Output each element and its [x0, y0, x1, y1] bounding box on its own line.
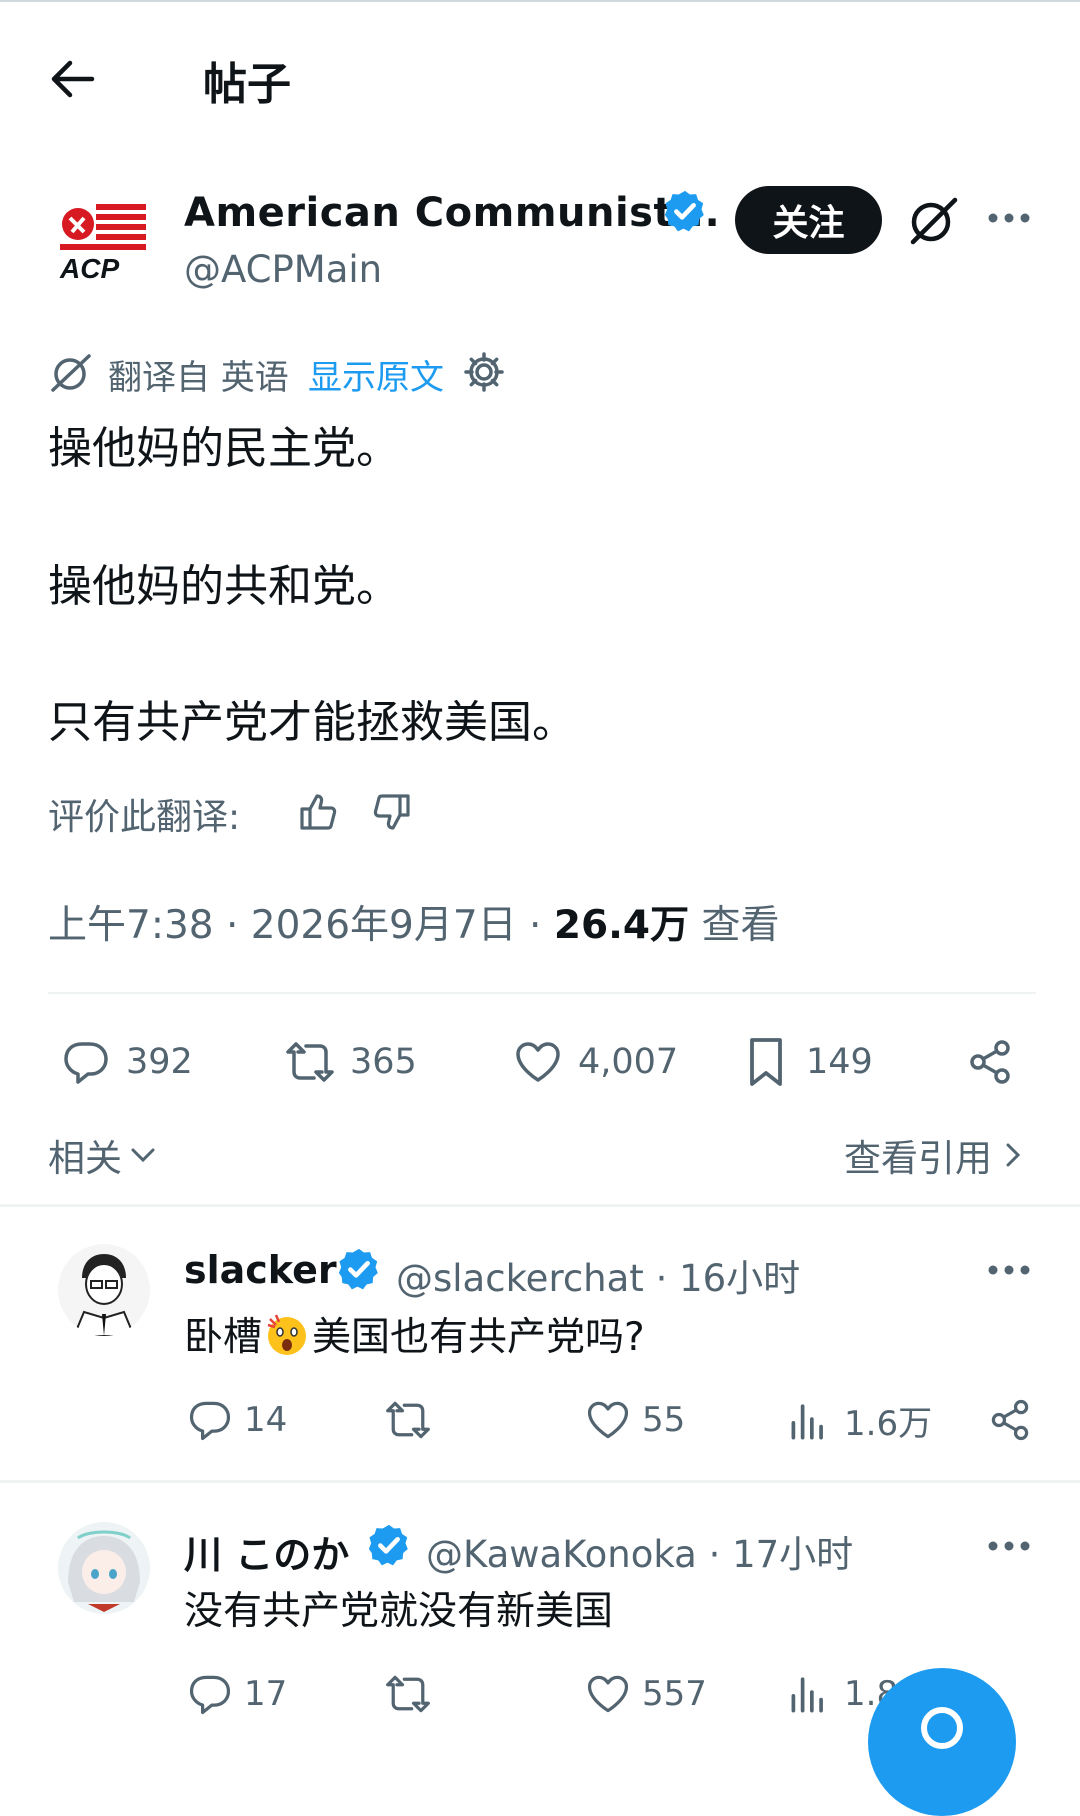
repost-button[interactable]: [384, 1396, 432, 1444]
repost-icon: [286, 1042, 334, 1082]
views-count: 1.6万: [844, 1404, 933, 1444]
translate-grok-icon: [48, 350, 94, 394]
author-handle[interactable]: @ACPMain: [184, 248, 382, 291]
reply-count: 17: [244, 1674, 288, 1714]
share-button[interactable]: [986, 1396, 1034, 1444]
view-quotes-link[interactable]: 查看引用: [844, 1128, 1026, 1182]
grok-icon[interactable]: [905, 192, 961, 248]
like-count: 557: [642, 1674, 707, 1714]
reply-text: 卧槽 美国也有共产党吗?: [184, 1306, 645, 1362]
reply-author-name[interactable]: 川 このか: [184, 1524, 349, 1579]
reply-button[interactable]: 14: [186, 1396, 287, 1444]
astonished-emoji-icon: [264, 1311, 310, 1357]
follow-button[interactable]: 关注: [735, 186, 882, 254]
reply-count: 14: [244, 1400, 288, 1440]
divider: [48, 992, 1036, 994]
avatar[interactable]: [58, 1244, 150, 1336]
gear-icon[interactable]: [462, 350, 506, 394]
verified-badge-icon: [662, 188, 708, 234]
more-options-icon[interactable]: [984, 198, 1034, 238]
translation-label: 翻译自 英语: [108, 358, 289, 398]
like-count: 4,007: [578, 1042, 679, 1082]
repost-count: 365: [350, 1042, 417, 1082]
post-text-line-3: 只有共产党才能拯救美国。: [48, 697, 576, 748]
reply-text: 没有共产党就没有新美国: [184, 1589, 614, 1634]
reply-icon: [64, 1042, 108, 1084]
reply-icon: [189, 1401, 231, 1441]
bookmark-icon: [750, 1038, 782, 1086]
like-button[interactable]: 55: [584, 1396, 685, 1444]
reply-text-after: 美国也有共产党吗?: [312, 1315, 645, 1360]
avatar[interactable]: [58, 1522, 150, 1614]
repost-icon: [386, 1401, 430, 1439]
share-icon: [991, 1399, 1029, 1441]
heart-icon: [587, 1675, 629, 1713]
verified-badge-icon: [336, 1246, 382, 1292]
more-options-icon[interactable]: [984, 1250, 1034, 1290]
svg-text:ACP: ACP: [59, 253, 119, 282]
heart-icon: [587, 1401, 629, 1439]
post-text-line-2: 操他妈的共和党。: [48, 561, 400, 612]
section-separator: [0, 1480, 1080, 1483]
reply-icon: [189, 1675, 231, 1715]
thumbs-up-icon[interactable]: [296, 790, 340, 834]
more-options-icon[interactable]: [984, 1526, 1034, 1566]
author-name[interactable]: American Communist...: [184, 190, 720, 236]
view-quotes-label: 查看引用: [844, 1137, 992, 1180]
compose-button[interactable]: [868, 1668, 1016, 1816]
like-button[interactable]: 4,007: [512, 1036, 678, 1088]
thumbs-down-icon[interactable]: [370, 790, 414, 834]
analytics-icon: [791, 1677, 823, 1713]
arrow-left-icon[interactable]: [48, 58, 96, 100]
view-count: 26.4万: [553, 903, 690, 948]
reply-button[interactable]: 392: [60, 1036, 193, 1088]
verified-badge-icon: [366, 1522, 412, 1568]
chevron-down-icon: [131, 1148, 155, 1163]
like-count: 55: [642, 1400, 686, 1440]
chevron-right-icon: [1006, 1143, 1021, 1167]
reply-button[interactable]: 17: [186, 1670, 287, 1718]
reply-count: 392: [126, 1042, 193, 1082]
like-button[interactable]: 557: [584, 1670, 707, 1718]
compose-icon: [921, 1707, 963, 1749]
section-separator: [0, 1204, 1080, 1207]
post-meta: 上午7:38 · 2026年9月7日 · 26.4万 查看: [48, 894, 779, 950]
related-label: 相关: [48, 1137, 122, 1180]
reply-author-name[interactable]: slacker: [184, 1248, 337, 1292]
post-timestamp: 上午7:38 · 2026年9月7日 ·: [48, 903, 554, 948]
page-title: 帖子: [203, 59, 291, 110]
reply-author-handle[interactable]: @KawaKonoka · 17小时: [426, 1524, 853, 1578]
share-icon: [970, 1040, 1010, 1084]
repost-button[interactable]: 365: [284, 1036, 417, 1088]
analytics-icon: [791, 1403, 823, 1439]
share-button[interactable]: [964, 1036, 1016, 1088]
reply-author-handle[interactable]: @slackerchat · 16小时: [396, 1248, 800, 1302]
repost-icon: [386, 1675, 430, 1713]
bookmark-count: 149: [806, 1042, 873, 1082]
repost-button[interactable]: [384, 1670, 432, 1718]
rate-translation-label: 评价此翻译:: [48, 797, 241, 838]
show-original-link[interactable]: 显示原文: [308, 350, 444, 399]
views-button[interactable]: 1.6万: [786, 1396, 932, 1445]
heart-icon: [516, 1042, 560, 1082]
post-text-line-1: 操他妈的民主党。: [48, 423, 400, 474]
top-border: [0, 0, 1080, 2]
avatar[interactable]: ACP: [56, 198, 150, 282]
views-label: 查看: [689, 903, 780, 948]
reply-text-before: 卧槽: [184, 1315, 263, 1360]
bookmark-button[interactable]: 149: [740, 1036, 873, 1088]
related-dropdown[interactable]: 相关: [48, 1128, 158, 1182]
